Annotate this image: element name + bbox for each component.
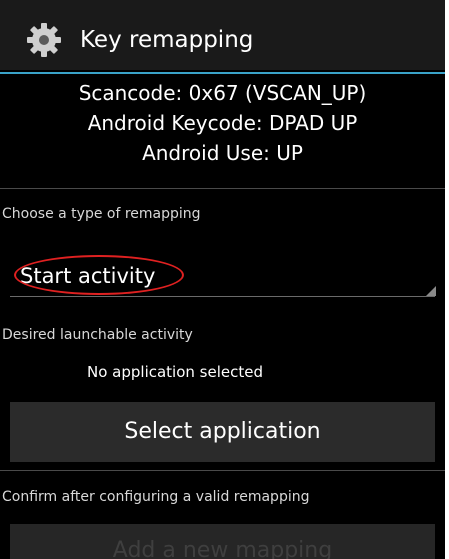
highlight-circle bbox=[14, 255, 184, 295]
selected-application-text: No application selected bbox=[87, 363, 263, 381]
remap-type-spinner[interactable]: Start activity bbox=[0, 250, 445, 300]
screenshot-border bbox=[445, 0, 449, 559]
confirm-label: Confirm after configuring a valid remapp… bbox=[2, 489, 310, 505]
remap-type-label: Choose a type of remapping bbox=[2, 206, 201, 222]
android-keycode-text: Android Keycode: DPAD UP bbox=[87, 111, 358, 135]
gear-icon bbox=[27, 23, 61, 57]
select-application-button[interactable]: Select application bbox=[10, 402, 435, 462]
add-mapping-button[interactable]: Add a new mapping bbox=[10, 524, 435, 559]
key-info: Scancode: 0x67 (VSCAN_UP) Android Keycod… bbox=[0, 78, 445, 168]
android-use-text: Android Use: UP bbox=[142, 141, 303, 165]
key-remapping-screen: Key remapping Scancode: 0x67 (VSCAN_UP) … bbox=[0, 0, 445, 559]
scancode-text: Scancode: 0x67 (VSCAN_UP) bbox=[78, 81, 367, 105]
spinner-corner-indicator bbox=[426, 286, 436, 296]
section-divider bbox=[0, 470, 445, 471]
spinner-underline bbox=[10, 296, 435, 297]
action-bar: Key remapping bbox=[0, 0, 445, 70]
screen-title: Key remapping bbox=[80, 27, 254, 53]
activity-label: Desired launchable activity bbox=[2, 327, 193, 343]
action-bar-divider bbox=[0, 72, 445, 74]
section-divider bbox=[0, 188, 445, 189]
